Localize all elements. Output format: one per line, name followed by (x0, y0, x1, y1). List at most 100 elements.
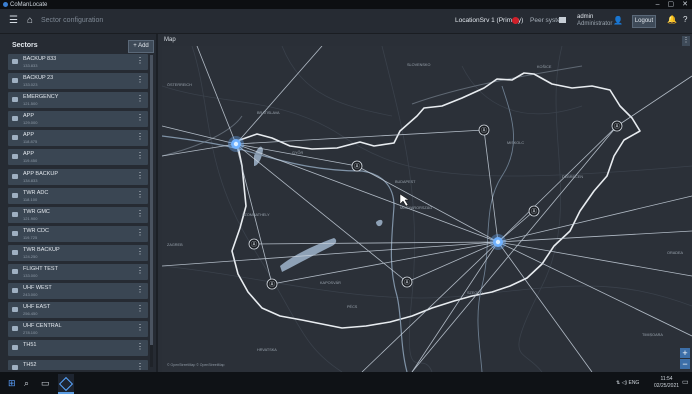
sector-item[interactable]: APP 118.875 ⋮ (8, 130, 148, 147)
sector-item[interactable]: TWR GMC 121.900 ⋮ (8, 206, 148, 223)
svg-text:Ⓐ: Ⓐ (531, 208, 537, 216)
add-sector-button[interactable]: + Add (128, 40, 154, 53)
start-icon[interactable]: ⊞ (8, 378, 16, 389)
notifications-icon[interactable]: 🔔 (667, 15, 677, 24)
sector-name: TWR ADC (23, 189, 49, 196)
radio-icon (12, 364, 18, 370)
svg-text:Ⓐ: Ⓐ (269, 281, 275, 289)
map-place-label: HRVATSKA (257, 348, 277, 352)
sector-frequency: 134.833 (23, 177, 38, 183)
radio-icon (12, 230, 18, 236)
scrollbar-thumb[interactable] (150, 55, 153, 345)
sector-frequency: 119.725 (23, 234, 38, 240)
sector-item[interactable]: UHF EAST 256.450 ⋮ (8, 302, 148, 319)
sector-item[interactable]: APP 119.450 ⋮ (8, 149, 148, 166)
more-options-icon[interactable]: ⋮ (136, 247, 144, 256)
sector-name: TH51 (23, 342, 37, 349)
svg-text:Ⓐ: Ⓐ (404, 279, 410, 287)
menu-icon[interactable]: ☰ (9, 15, 18, 26)
map-attribution[interactable]: © OpenStreetMap © OpenStreetMap (167, 363, 225, 367)
map-place-label: SZOMBATHELY (242, 213, 270, 217)
sector-item[interactable]: BACKUP 23 133.023 ⋮ (8, 73, 148, 90)
radio-icon (12, 173, 18, 179)
sector-item[interactable]: EMERGENCY 121.500 ⋮ (8, 92, 148, 109)
more-options-icon[interactable]: ⋮ (136, 362, 144, 371)
more-options-icon[interactable]: ⋮ (136, 113, 144, 122)
more-options-icon[interactable]: ⋮ (136, 171, 144, 180)
radio-site-icon[interactable]: Ⓐ (351, 160, 363, 172)
map-canvas[interactable]: Ⓐ Ⓐ Ⓐ Ⓐ Ⓐ Ⓐ Ⓐ SLOVENSKO KOŠICE MISKOLC D… (162, 46, 692, 372)
user-info: admin Administrator (577, 14, 612, 28)
sector-item[interactable]: TH52 ⋮ (8, 359, 148, 371)
small-lake (376, 219, 383, 227)
more-options-icon[interactable]: ⋮ (136, 266, 144, 275)
sector-list-scrollbar[interactable] (150, 55, 153, 367)
more-options-icon[interactable]: ⋮ (136, 151, 144, 160)
more-options-icon[interactable]: ⋮ (136, 209, 144, 218)
zoom-out-button[interactable]: − (680, 359, 690, 369)
taskbar-clock[interactable]: 11:54 02/25/2021 (654, 376, 679, 390)
sector-item[interactable]: UHF CENTRAL 278.100 ⋮ (8, 321, 148, 338)
window-titlebar: CoManLocate – ▢ ✕ (0, 0, 692, 9)
radio-site-icon[interactable]: Ⓐ (248, 238, 260, 250)
sector-item[interactable]: TH51 ⋮ (8, 340, 148, 357)
close-button[interactable]: ✕ (682, 0, 688, 9)
more-options-icon[interactable]: ⋮ (136, 75, 144, 84)
hub-site-west-icon[interactable] (228, 136, 244, 152)
radio-site-icon[interactable]: Ⓐ (611, 120, 623, 132)
sector-list: BACKUP 833 133.833 ⋮ BACKUP 23 133.023 ⋮ EMERG… (8, 54, 148, 370)
home-icon[interactable]: ⌂ (27, 15, 33, 26)
sector-item[interactable]: TWR ADC 118.100 ⋮ (8, 187, 148, 204)
more-options-icon[interactable]: ⋮ (136, 285, 144, 294)
breadcrumb[interactable]: Sector configuration (41, 17, 103, 24)
more-options-icon[interactable]: ⋮ (136, 323, 144, 332)
task-view-icon[interactable]: ▭ (41, 378, 50, 389)
minimize-button[interactable]: – (656, 0, 660, 9)
sector-name: APP (23, 132, 35, 139)
sector-item[interactable]: APP 129.000 ⋮ (8, 111, 148, 128)
sectors-panel: Sectors + Add BACKUP 833 133.833 ⋮ BACKUP 2… (0, 34, 156, 372)
more-options-icon[interactable]: ⋮ (136, 190, 144, 199)
app-header: ☰ ⌂ Sector configuration LocationSrv 1 (… (0, 9, 692, 34)
more-options-icon[interactable]: ⋮ (136, 304, 144, 313)
radio-site-icon[interactable]: Ⓐ (478, 124, 490, 136)
system-tray[interactable]: ⇅ ◁) ENG (616, 380, 639, 386)
sector-item[interactable]: TWR CDC 119.725 ⋮ (8, 225, 148, 242)
map-svg[interactable]: Ⓐ Ⓐ Ⓐ Ⓐ Ⓐ Ⓐ Ⓐ SLOVENSKO KOŠICEMISKOLCDEB… (162, 46, 692, 372)
sector-item[interactable]: APP BACKUP 134.833 ⋮ (8, 168, 148, 185)
more-options-icon[interactable]: ⋮ (136, 342, 144, 351)
more-options-icon[interactable]: ⋮ (136, 56, 144, 65)
map-menu-button[interactable]: ⋮ (682, 36, 690, 46)
sector-frequency: 124.250 (23, 253, 38, 259)
sector-name: UHF EAST (23, 304, 51, 311)
taskbar: ⊞ ⌕ ▭ ⇅ ◁) ENG 11:54 02/25/2021 ▭ (0, 372, 692, 394)
radio-site-icon[interactable]: Ⓐ (266, 278, 278, 290)
radio-icon (12, 116, 18, 122)
sector-item[interactable]: TWR BACKUP 124.250 ⋮ (8, 244, 148, 261)
sector-name: TWR GMC (23, 208, 50, 215)
logout-button[interactable]: Logout (632, 15, 656, 28)
search-icon[interactable]: ⌕ (24, 378, 29, 389)
user-role: Administrator (577, 21, 613, 27)
sector-item[interactable]: FLIGHT TEST 133.000 ⋮ (8, 264, 148, 281)
radio-site-icon[interactable]: Ⓐ (401, 276, 413, 288)
sector-item[interactable]: UHF WEST 243.000 ⋮ (8, 283, 148, 300)
help-icon[interactable]: ? (683, 15, 687, 24)
map-panel: Map ⋮ Ⓐ Ⓐ Ⓐ Ⓐ Ⓐ Ⓐ Ⓐ SLOVENSKO KOŠICE MIS… (158, 34, 692, 372)
sectors-title: Sectors (12, 42, 38, 49)
maximize-button[interactable]: ▢ (668, 0, 675, 9)
more-options-icon[interactable]: ⋮ (136, 132, 144, 141)
radio-site-icon[interactable]: Ⓐ (528, 205, 540, 217)
zoom-in-button[interactable]: + (680, 348, 690, 358)
more-options-icon[interactable]: ⋮ (136, 94, 144, 103)
notification-center-icon[interactable]: ▭ (682, 378, 689, 386)
sector-frequency: 119.450 (23, 158, 38, 164)
sector-name: TH52 (23, 361, 37, 368)
map-place-label: DEBRECEN (562, 175, 583, 179)
svg-text:Ⓐ: Ⓐ (481, 127, 487, 135)
user-icon[interactable]: 👤 (613, 16, 623, 25)
more-options-icon[interactable]: ⋮ (136, 228, 144, 237)
sector-item[interactable]: BACKUP 833 133.833 ⋮ (8, 54, 148, 70)
hub-site-east-icon[interactable] (490, 234, 506, 250)
taskbar-app-icon[interactable] (58, 374, 74, 394)
